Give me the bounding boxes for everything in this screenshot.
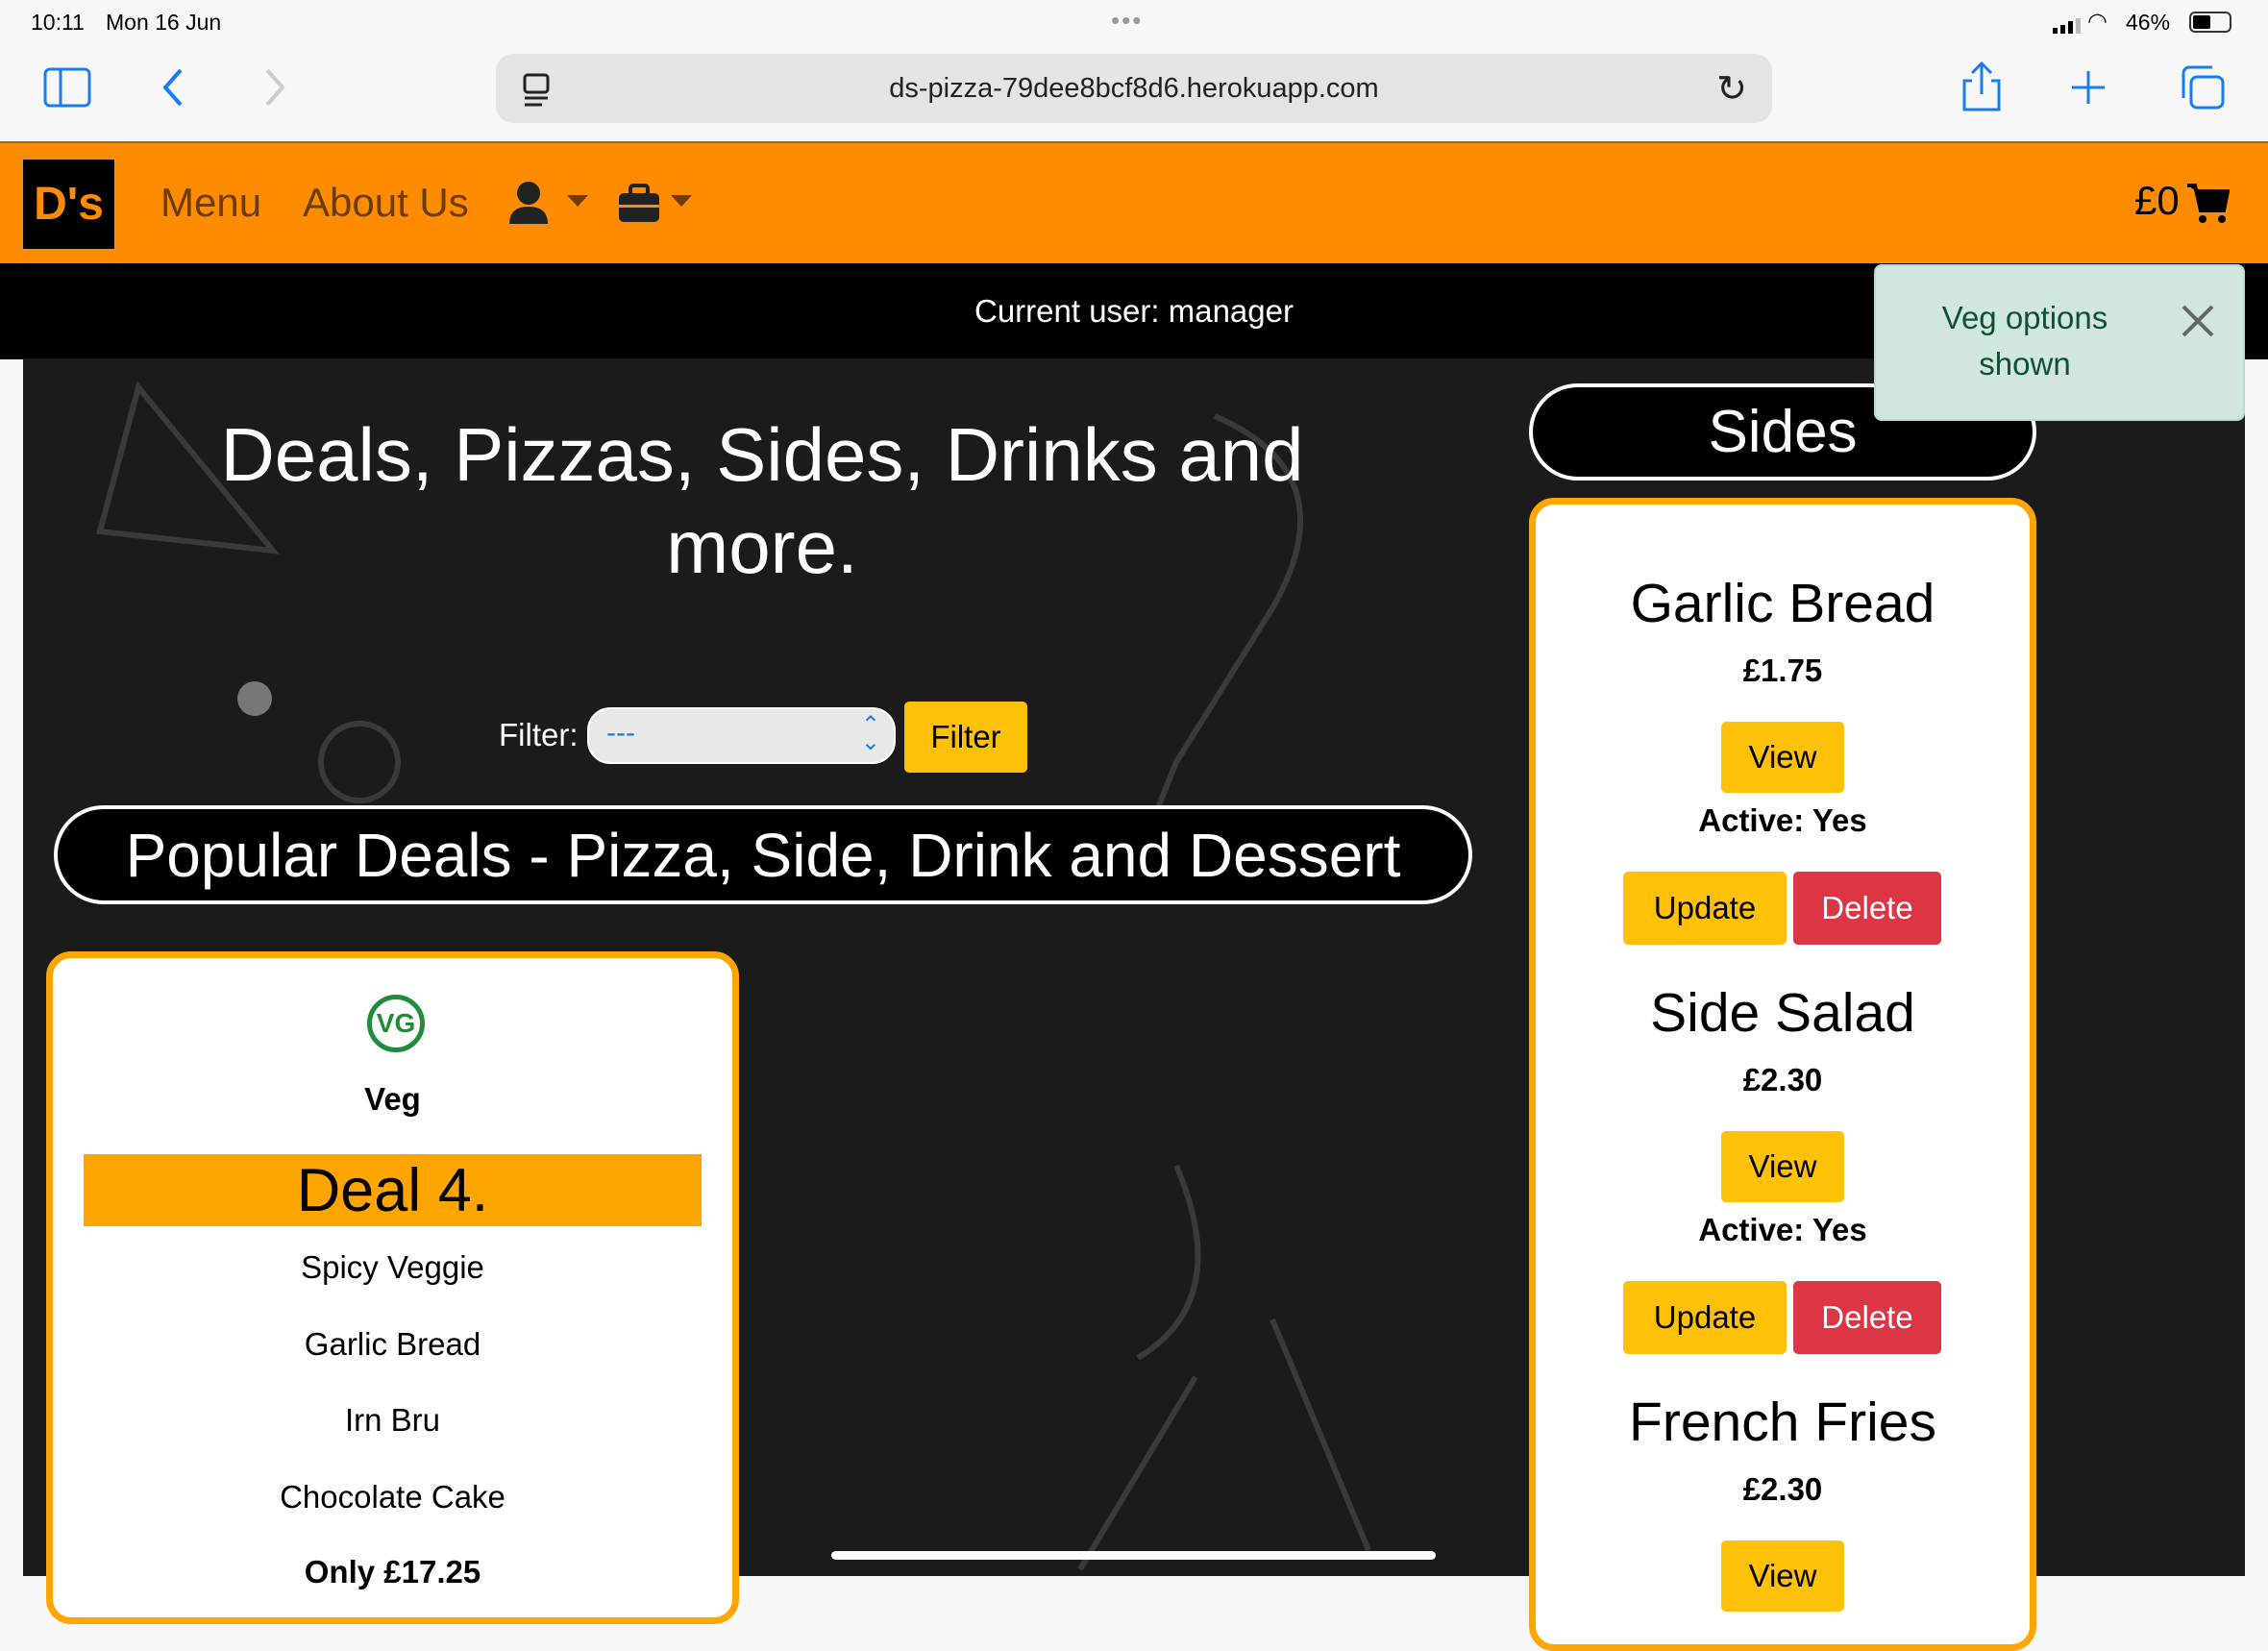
view-button[interactable]: View — [1721, 722, 1844, 793]
side-price: £2.30 — [1742, 1471, 1823, 1507]
hero-heading: Deals, Pizzas, Sides, Drinks and more. — [220, 412, 1304, 589]
toast-message: Veg options shown — [1941, 300, 2108, 382]
cart-icon[interactable] — [2185, 182, 2230, 224]
deal-title: Deal 4. — [84, 1154, 702, 1226]
side-price: £1.75 — [1742, 653, 1823, 688]
select-chevron-icon: ⌃ ⌄ — [860, 712, 880, 755]
deal-item: Garlic Bread — [304, 1326, 481, 1362]
toast-notification: Veg options shown — [1874, 264, 2245, 421]
nav-about-link[interactable]: About Us — [303, 180, 469, 226]
deal-diet-label: Veg — [364, 1081, 421, 1117]
manager-tools-dropdown-icon[interactable] — [617, 182, 698, 224]
reload-icon[interactable]: ↻ — [1716, 67, 1747, 111]
page-menu-icon[interactable] — [523, 73, 552, 108]
filter-select[interactable]: --- ⌃ ⌄ — [587, 707, 896, 764]
sides-card: Garlic Bread £1.75 View Active: Yes Upda… — [1529, 498, 2036, 1651]
delete-button[interactable]: Delete — [1793, 872, 1941, 945]
battery-percent: 46% — [2126, 10, 2171, 35]
back-icon[interactable] — [161, 67, 185, 108]
new-tab-icon[interactable] — [2070, 69, 2107, 106]
vegan-badge-icon: VG — [367, 995, 425, 1052]
side-price: £2.30 — [1742, 1062, 1823, 1097]
logo[interactable]: D's — [23, 160, 114, 249]
delete-button[interactable]: Delete — [1793, 1281, 1941, 1354]
deal-price: Only £17.25 — [304, 1554, 481, 1589]
view-button[interactable]: View — [1721, 1540, 1844, 1612]
update-button[interactable]: Update — [1623, 872, 1787, 945]
deals-heading: Popular Deals - Pizza, Side, Drink and D… — [54, 805, 1472, 904]
deal-card: VG Veg Deal 4. Spicy Veggie Garlic Bread… — [46, 951, 739, 1624]
navbar: D's Menu About Us £0 — [0, 141, 2268, 263]
filter-button[interactable]: Filter — [904, 702, 1027, 773]
status-time: 10:11 — [31, 10, 85, 35]
update-button[interactable]: Update — [1623, 1281, 1787, 1354]
current-user-text: Current user: manager — [974, 293, 1294, 329]
side-active-status: Active: Yes — [1698, 802, 1867, 838]
side-name: Garlic Bread — [1630, 573, 1935, 634]
url-text: ds-pizza-79dee8bcf8d6.herokuapp.com — [889, 72, 1379, 104]
deal-item: Irn Bru — [344, 1402, 441, 1438]
signal-icon — [2053, 13, 2082, 34]
share-icon[interactable] — [1960, 62, 2003, 111]
status-date: Mon 16 Jun — [106, 10, 222, 35]
view-button[interactable]: View — [1721, 1131, 1844, 1202]
nav-menu-link[interactable]: Menu — [160, 180, 261, 226]
deal-item: Chocolate Cake — [280, 1479, 505, 1515]
tabs-overview-icon[interactable] — [2180, 65, 2226, 110]
side-name: Side Salad — [1650, 982, 1915, 1044]
address-bar[interactable]: ds-pizza-79dee8bcf8d6.herokuapp.com ↻ — [496, 54, 1772, 123]
status-bar: 10:11 Mon 16 Jun ••• ◠ 46% — [0, 0, 2268, 46]
wifi-icon: ◠ — [2087, 9, 2108, 35]
sidebar-toggle-icon[interactable] — [43, 67, 91, 108]
battery-icon — [2189, 12, 2231, 33]
multitask-dots-icon[interactable]: ••• — [1111, 6, 1143, 36]
close-icon[interactable] — [2182, 305, 2214, 337]
carousel-dot[interactable] — [237, 681, 272, 716]
cart-total[interactable]: £0 — [2134, 178, 2180, 224]
home-indicator[interactable] — [831, 1551, 1436, 1560]
side-name: French Fries — [1629, 1392, 1936, 1453]
filter-label: Filter: — [499, 717, 579, 752]
user-dropdown-icon[interactable] — [507, 180, 594, 226]
side-active-status: Active: Yes — [1698, 1212, 1867, 1247]
filter-select-value: --- — [606, 717, 635, 749]
deal-item: Spicy Veggie — [301, 1249, 484, 1285]
forward-icon[interactable] — [263, 67, 286, 108]
